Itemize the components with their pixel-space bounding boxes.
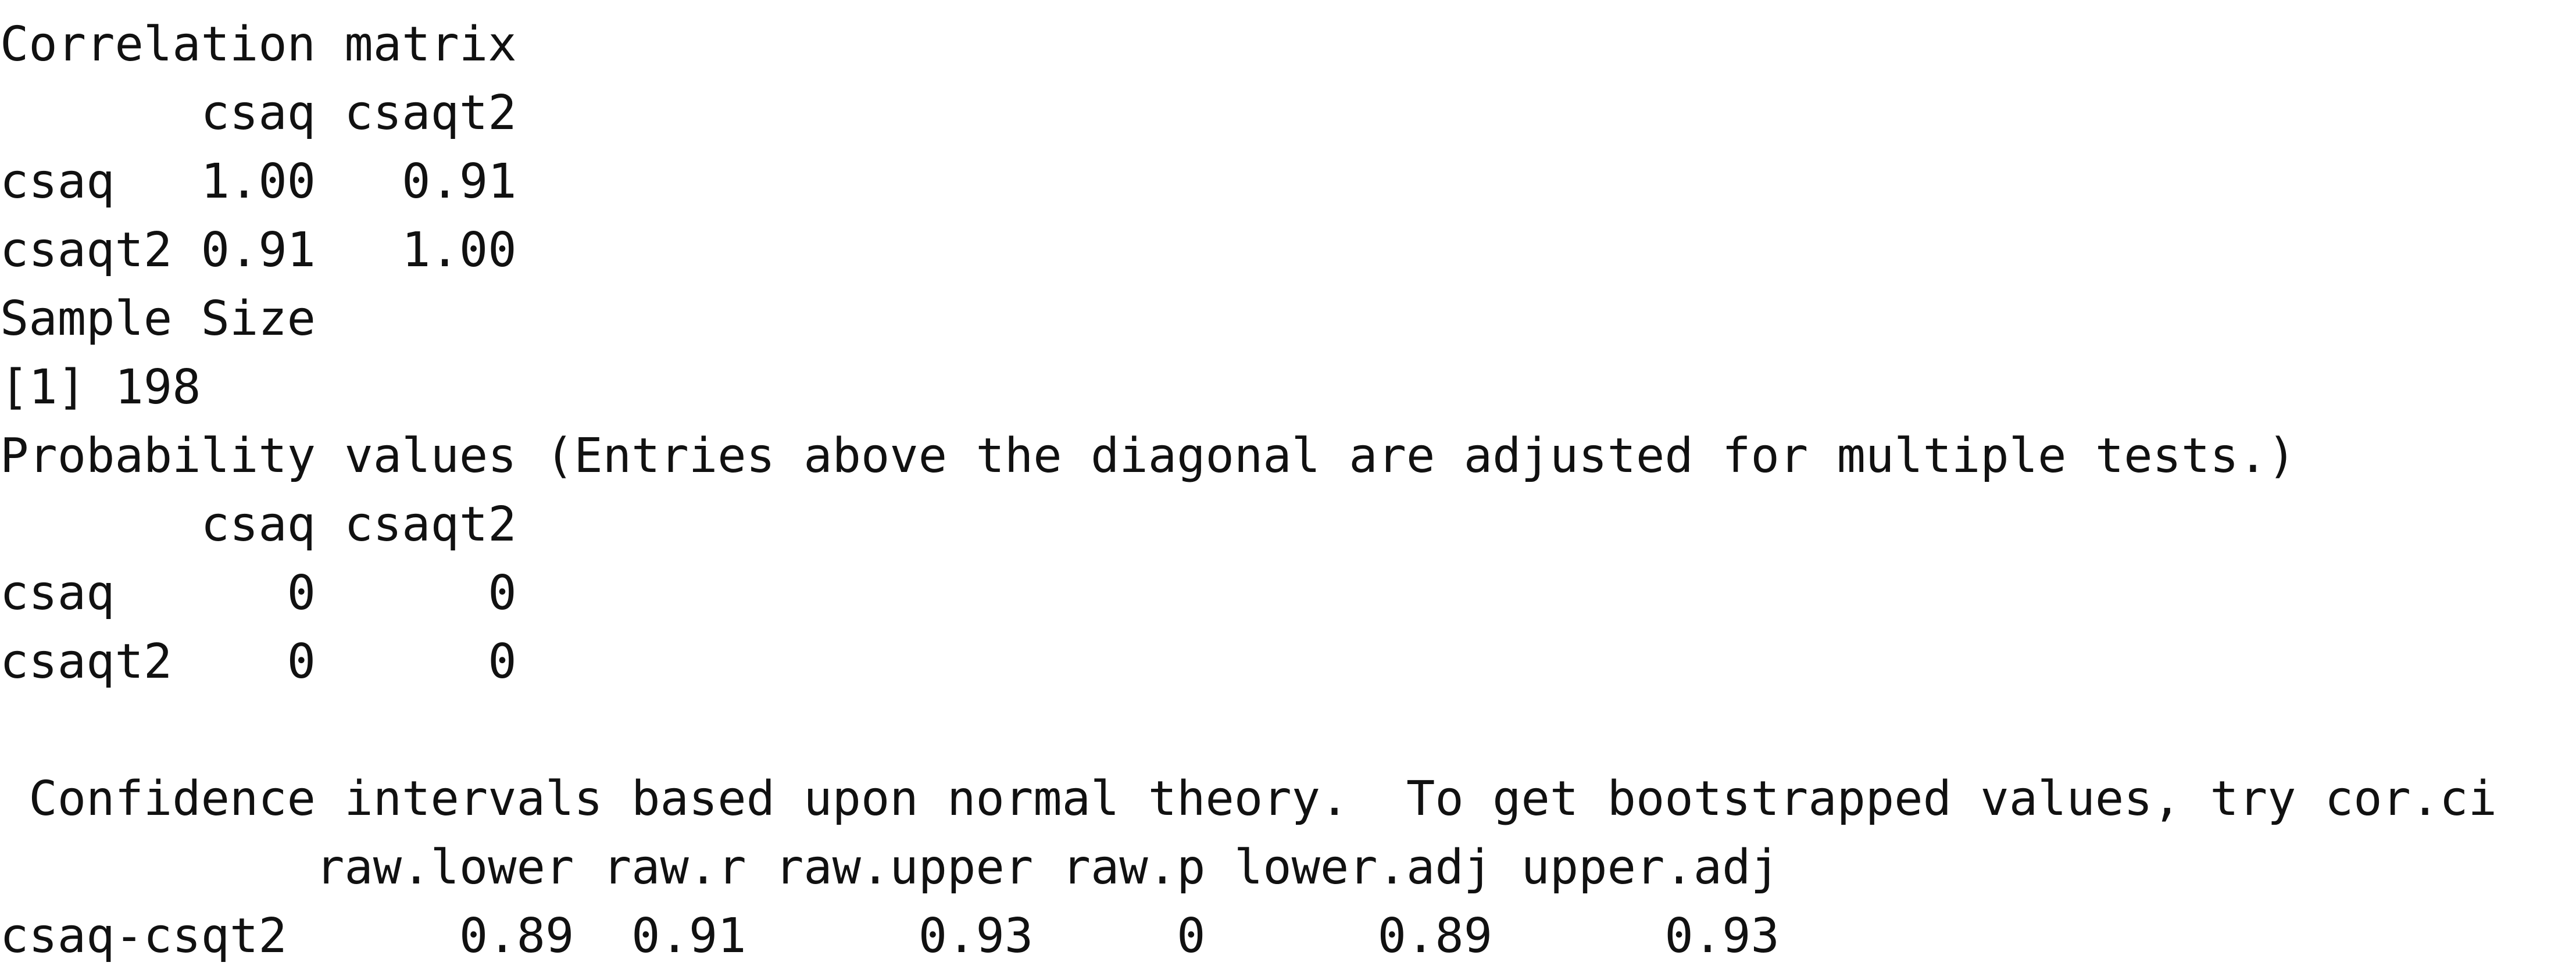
correlation-matrix-row-csaqt2: csaqt2 0.91 1.00 [0,223,517,278]
confidence-intervals-row: csaq-csqt2 0.89 0.91 0.93 0 0.89 0.93 [0,908,1780,964]
correlation-matrix-header-row: csaq csaqt2 [0,85,517,141]
probability-row-csaqt2: csaqt2 0 0 [0,634,517,689]
sample-size-value: [1] 198 [0,360,201,415]
correlation-matrix-heading: Correlation matrix [0,17,517,72]
correlation-matrix-row-csaq: csaq 1.00 0.91 [0,154,517,209]
confidence-intervals-header-row: raw.lower raw.r raw.upper raw.p lower.ad… [0,840,1780,895]
probability-values-heading: Probability values (Entries above the di… [0,428,2296,484]
r-console-output: Correlation matrix csaq csaqt2 csaq 1.00… [0,0,2576,973]
sample-size-heading: Sample Size [0,291,316,346]
probability-row-csaq: csaq 0 0 [0,566,517,621]
confidence-intervals-heading: Confidence intervals based upon normal t… [0,771,2498,827]
probability-header-row: csaq csaqt2 [0,497,517,552]
